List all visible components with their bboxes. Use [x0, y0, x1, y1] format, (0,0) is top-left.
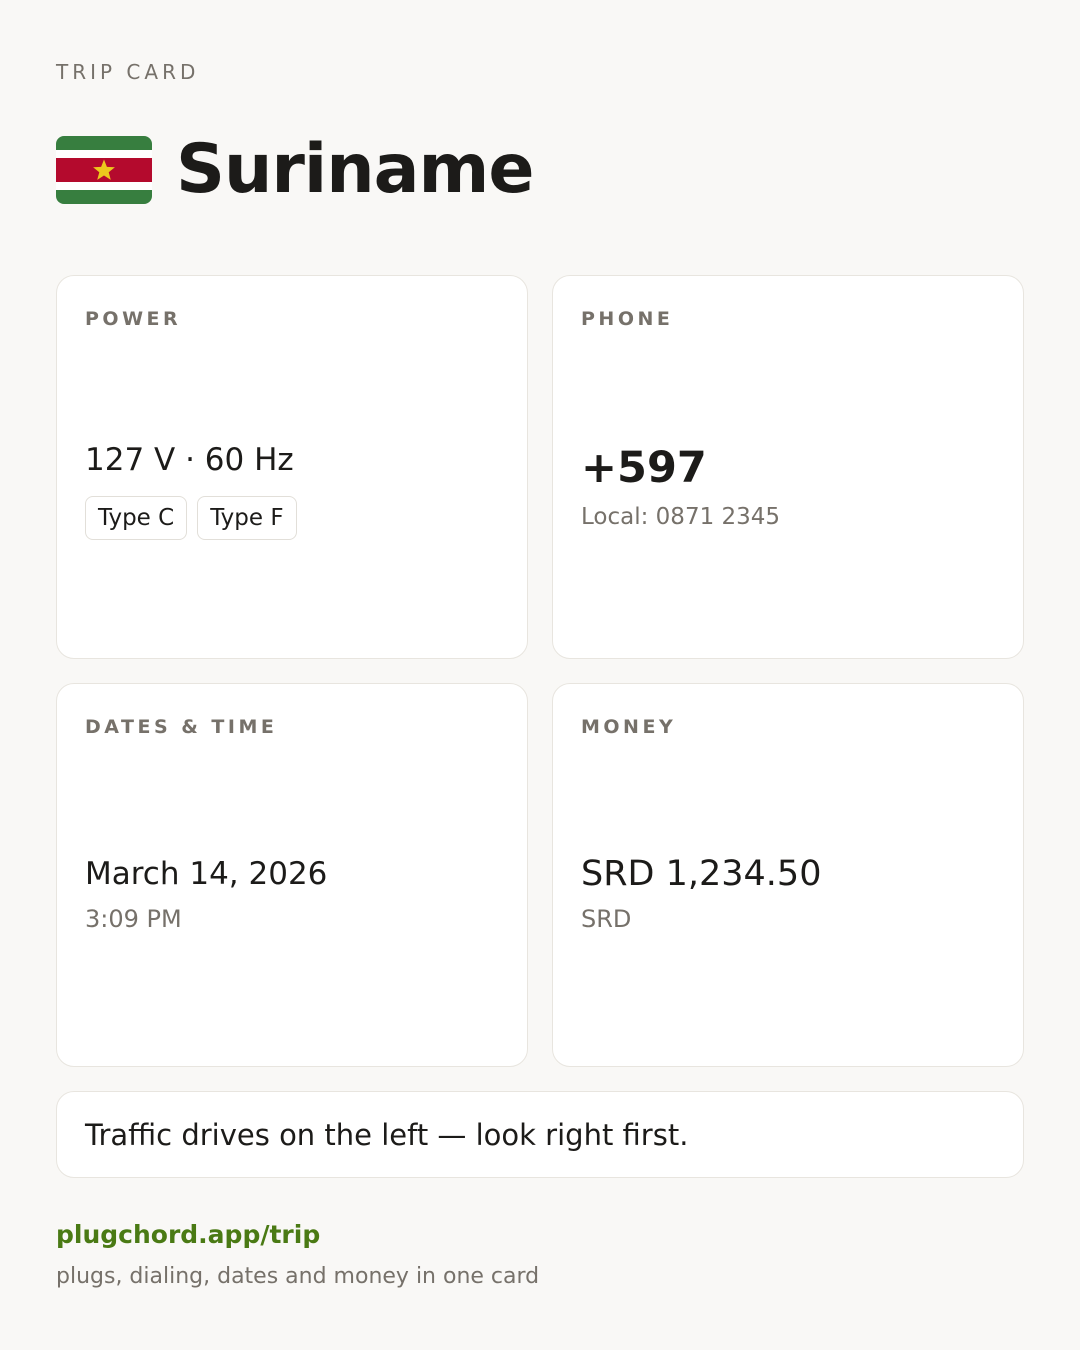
money-card-body: SRD 1,234.50 SRD [581, 852, 999, 934]
plug-type-chip: Type F [197, 496, 297, 540]
footer-tagline: plugs, dialing, dates and money in one c… [56, 1264, 540, 1289]
plug-type-chips: Type C Type F [85, 496, 503, 540]
suriname-flag-icon [56, 136, 152, 204]
power-card-label: POWER [85, 308, 182, 330]
power-card: POWER 127 V · 60 Hz Type C Type F [56, 275, 528, 659]
datetime-card-body: March 14, 2026 3:09 PM [85, 854, 503, 934]
traffic-note-text: Traffic drives on the left — look right … [85, 1117, 689, 1152]
eyebrow-label: TRIP CARD [56, 60, 200, 84]
footer-link[interactable]: plugchord.app/trip [56, 1220, 320, 1249]
money-amount: SRD 1,234.50 [581, 854, 822, 894]
money-card-label: MONEY [581, 716, 677, 738]
traffic-note: Traffic drives on the left — look right … [56, 1091, 1024, 1178]
power-card-body: 127 V · 60 Hz Type C Type F [85, 440, 503, 540]
title-row: Suriname [56, 132, 534, 208]
money-card: MONEY SRD 1,234.50 SRD [552, 683, 1024, 1067]
phone-card-label: PHONE [581, 308, 674, 330]
plug-type-chip: Type C [85, 496, 188, 540]
phone-card: PHONE +597 Local: 0871 2345 [552, 275, 1024, 659]
phone-card-body: +597 Local: 0871 2345 [581, 442, 999, 532]
currency-code: SRD [581, 905, 632, 933]
local-number-format: Local: 0871 2345 [581, 504, 781, 530]
date-value: March 14, 2026 [85, 856, 328, 892]
time-value: 3:09 PM [85, 905, 182, 933]
datetime-card-label: DATES & TIME [85, 716, 278, 738]
datetime-card: DATES & TIME March 14, 2026 3:09 PM [56, 683, 528, 1067]
power-value: 127 V · 60 Hz [85, 442, 294, 478]
country-calling-code: +597 [581, 443, 707, 493]
page-title: Suriname [176, 130, 534, 209]
